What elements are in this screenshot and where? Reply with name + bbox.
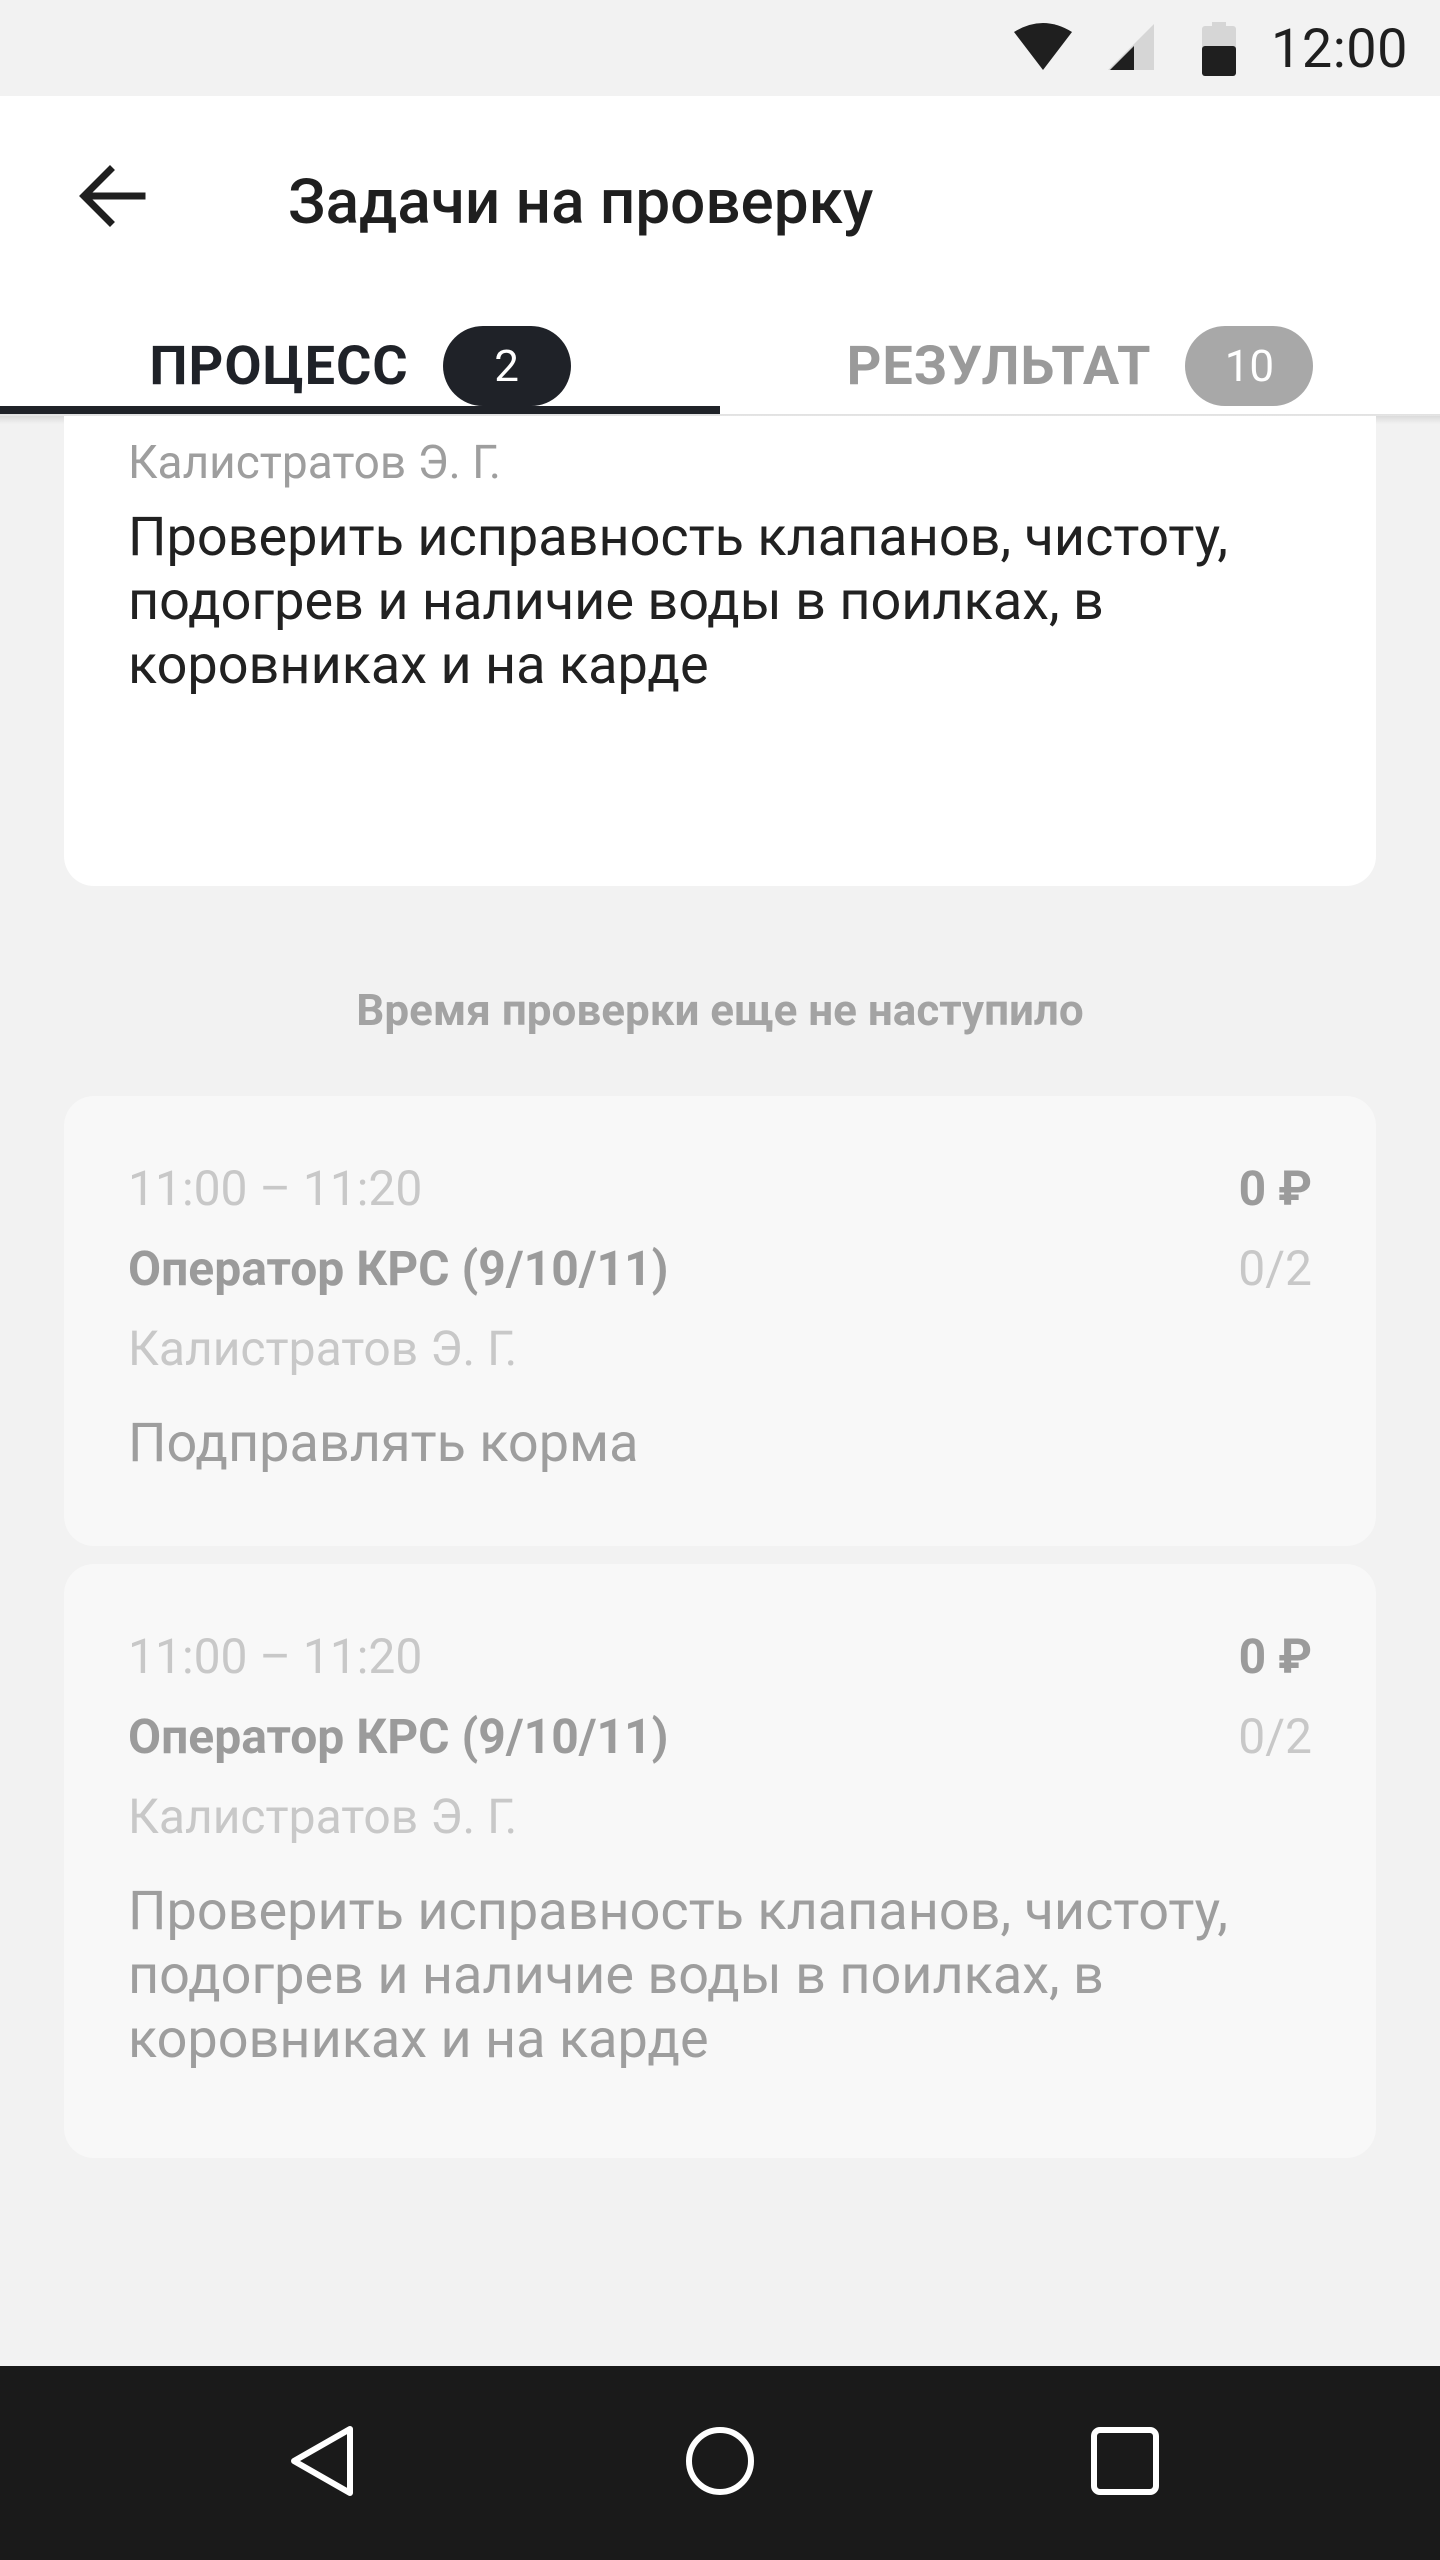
task-card-upcoming[interactable]: 11:00 – 11:20 0 ₽ Оператор КРС (9/10/11)… xyxy=(64,1564,1376,2158)
task-assignee: Калистратов Э. Г. xyxy=(128,1788,518,1845)
battery-icon xyxy=(1202,22,1236,80)
task-price: 0 ₽ xyxy=(1238,1160,1312,1217)
status-time: 12:00 xyxy=(1271,18,1408,81)
arrow-left-icon xyxy=(78,164,146,232)
task-card-upcoming[interactable]: 11:00 – 11:20 0 ₽ Оператор КРС (9/10/11)… xyxy=(64,1096,1376,1546)
task-progress: 0/2 xyxy=(1238,1240,1312,1297)
task-card[interactable]: Калистратов Э. Г. Проверить исправность … xyxy=(64,416,1376,886)
system-nav-bar xyxy=(0,2366,1440,2560)
tab-result-label: РЕЗУЛЬТАТ xyxy=(846,334,1152,398)
nav-back-icon xyxy=(286,2423,356,2503)
task-description: Проверить исправность клапанов, чистоту,… xyxy=(128,506,1229,697)
page-title: Задачи на проверку xyxy=(288,166,874,239)
task-time-range: 11:00 – 11:20 xyxy=(128,1628,423,1685)
task-description: Подправлять корма xyxy=(128,1412,639,1475)
tab-result-count-badge: 10 xyxy=(1185,326,1314,406)
status-bar: 12:00 xyxy=(0,0,1440,96)
screen: 12:00 Задачи на проверку ПРОЦЕСС 2 РЕЗУЛ… xyxy=(0,0,1440,2560)
task-role: Оператор КРС (9/10/11) xyxy=(128,1240,669,1297)
task-progress: 0/2 xyxy=(1238,1708,1312,1765)
cellular-signal-icon xyxy=(1106,22,1156,76)
tab-indicator xyxy=(0,406,720,414)
tab-result[interactable]: РЕЗУЛЬТАТ 10 xyxy=(720,316,1440,416)
nav-recents-icon xyxy=(1090,2426,1160,2500)
upcoming-section-label: Время проверки еще не наступило xyxy=(356,984,1084,1036)
task-description: Проверить исправность клапанов, чистоту,… xyxy=(128,1880,1229,2071)
tab-bar: ПРОЦЕСС 2 РЕЗУЛЬТАТ 10 xyxy=(0,316,1440,416)
task-assignee: Калистратов Э. Г. xyxy=(128,1320,518,1377)
nav-home-button[interactable] xyxy=(665,2408,775,2518)
task-time-range: 11:00 – 11:20 xyxy=(128,1160,423,1217)
tab-process-count-badge: 2 xyxy=(442,326,571,406)
nav-recents-button[interactable] xyxy=(1070,2408,1180,2518)
task-price: 0 ₽ xyxy=(1238,1628,1312,1685)
app-bar: Задачи на проверку ПРОЦЕСС 2 РЕЗУЛЬТАТ 1… xyxy=(0,96,1440,416)
nav-back-button[interactable] xyxy=(266,2408,376,2518)
task-list[interactable]: Калистратов Э. Г. Проверить исправность … xyxy=(0,416,1440,2366)
task-assignee: Калистратов Э. Г. xyxy=(128,436,502,490)
task-role: Оператор КРС (9/10/11) xyxy=(128,1708,669,1765)
back-button[interactable] xyxy=(60,146,164,250)
tab-process[interactable]: ПРОЦЕСС 2 xyxy=(0,316,720,416)
nav-home-icon xyxy=(684,2425,756,2501)
wifi-icon xyxy=(1012,22,1074,76)
tab-process-label: ПРОЦЕСС xyxy=(149,334,409,398)
